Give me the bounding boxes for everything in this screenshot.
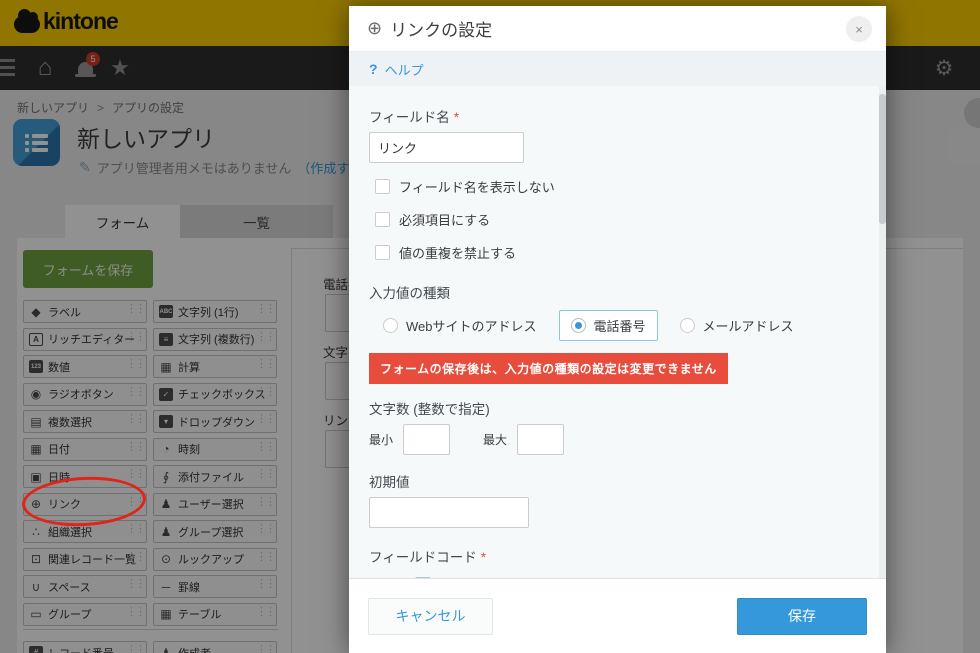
char-count-row: 最小 最大 [369,424,866,455]
help-bar: ? ヘルプ [349,52,886,86]
help-link[interactable]: ヘルプ [385,60,424,79]
max-label: 最大 [483,431,507,448]
input-type-warning: フォームの保存後は、入力値の種類の設定は変更できません [369,353,728,384]
field-name-label: フィールド名* [369,106,866,126]
input-type-label: 入力値の種類 [369,282,866,302]
char-count-label: 文字数 (整数で指定) [369,398,866,418]
input-type-radios: Webサイトのアドレス 電話番号 メールアドレス [375,310,866,341]
radio-icon[interactable] [383,318,398,333]
save-button[interactable]: 保存 [737,598,867,635]
help-question-icon: ? [369,61,378,77]
radio-selected-icon[interactable] [571,318,586,333]
min-input[interactable] [403,424,450,455]
default-value-input[interactable] [369,497,529,528]
scrollbar-thumb[interactable] [879,94,886,224]
radio-phone-number[interactable]: 電話番号 [559,310,658,341]
screen: kintone ⌂ 5 ★ ⚙ 新しいアプリ>アプリの設定 新しいアプリ ✎ ア… [0,0,980,653]
edit-pencil-icon[interactable]: ✎ [415,577,431,579]
min-label: 最小 [369,431,393,448]
checkbox-icon[interactable] [375,212,390,227]
radio-web-address[interactable]: Webサイトのアドレス [375,311,545,340]
dialog-body: フィールド名* フィールド名を表示しない 必須項目にする 値の重複を禁止する 入… [349,86,886,578]
hide-field-name-option[interactable]: フィールド名を表示しない [375,176,866,196]
field-code-row: リンク ✎ [369,575,866,578]
prohibit-duplicates-option[interactable]: 値の重複を禁止する [375,242,866,262]
checkbox-icon[interactable] [375,245,390,260]
cancel-button[interactable]: キャンセル [368,598,493,635]
checkbox-icon[interactable] [375,179,390,194]
radio-icon[interactable] [680,318,695,333]
field-code-value: リンク [369,575,408,578]
globe-link-icon: ⊕ [367,18,382,39]
default-value-label: 初期値 [369,471,866,491]
required-option[interactable]: 必須項目にする [375,209,866,229]
dialog-scrollbar[interactable] [879,86,886,578]
close-icon[interactable]: × [846,16,872,42]
dialog-title: リンクの設定 [390,16,492,41]
field-code-label: フィールドコード* [369,546,866,566]
required-mark: * [481,550,486,565]
max-input[interactable] [517,424,564,455]
required-mark: * [454,110,459,125]
dialog-header: ⊕ リンクの設定 × [349,6,886,52]
link-settings-dialog: ⊕ リンクの設定 × ? ヘルプ フィールド名* フィールド名を表示しない 必須… [349,6,886,653]
dialog-footer: キャンセル 保存 [349,578,886,653]
field-name-input[interactable] [369,132,524,163]
radio-email-address[interactable]: メールアドレス [672,311,802,340]
